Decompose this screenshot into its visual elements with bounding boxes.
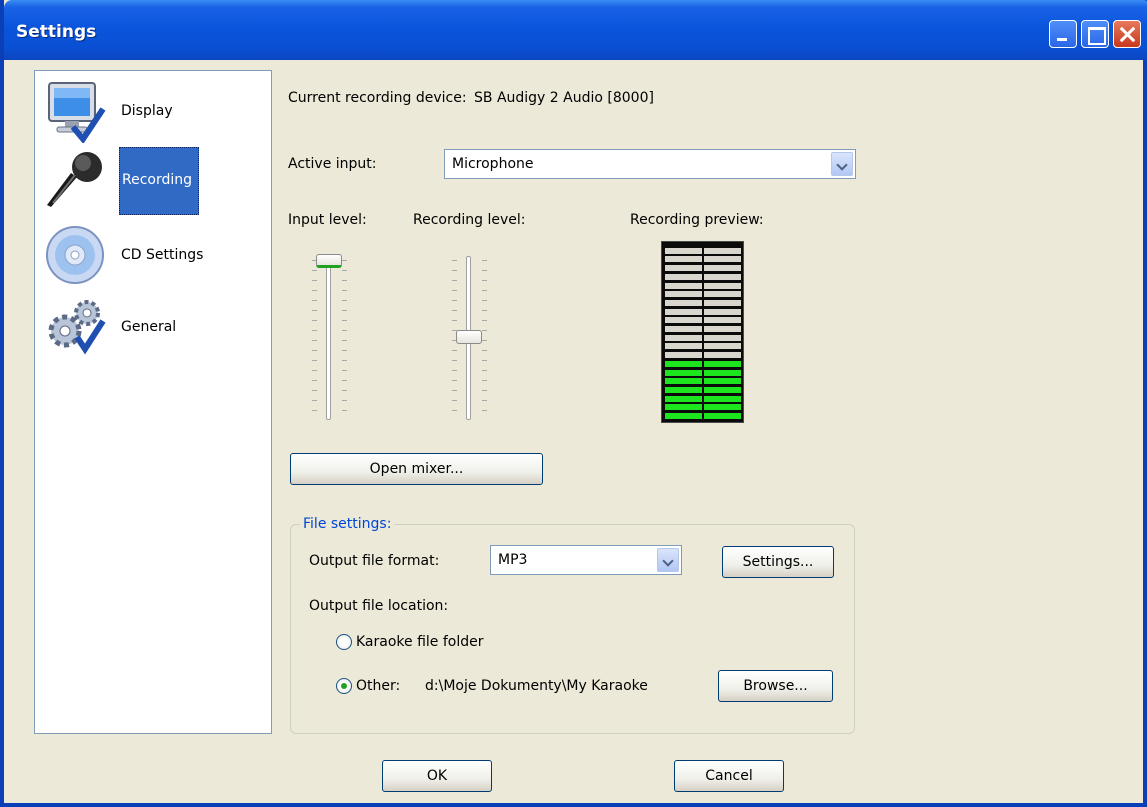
meter-segment [704,317,741,323]
meter-segment [704,343,741,349]
ok-button[interactable]: OK [382,760,492,792]
recording-device-label: Current recording device: [288,90,467,106]
output-location-label: Output file location: [309,598,449,614]
meter-segment [665,335,702,341]
meter-segment [665,404,702,410]
meter-channel-right [704,245,741,419]
recording-preview-label: Recording preview: [630,212,764,228]
recording-device-value: SB Audigy 2 Audio [8000] [474,90,654,106]
sidebar-item-label: Recording [119,147,199,215]
meter-segment [665,378,702,384]
meter-segment [704,404,741,410]
karaoke-folder-label[interactable]: Karaoke file folder [356,634,484,650]
meter-segment [665,283,702,289]
format-settings-button[interactable]: Settings... [722,546,834,578]
monitor-check-icon [48,82,106,143]
open-mixer-button[interactable]: Open mixer... [290,453,543,485]
browse-button[interactable]: Browse... [718,670,833,702]
meter-segment [665,413,702,419]
window-title: Settings [16,22,97,42]
input-level-slider[interactable] [298,252,358,422]
sidebar-item-general[interactable]: General [35,289,271,361]
meter-segment [665,300,702,306]
microphone-icon [47,152,102,207]
meter-segment [704,413,741,419]
meter-segment [704,256,741,262]
meter-segment [665,387,702,393]
close-button[interactable] [1113,20,1141,48]
meter-segment [704,283,741,289]
chevron-down-icon[interactable] [657,548,679,572]
meter-segment [665,265,702,271]
recording-preview-meter [661,241,744,423]
meter-segment [665,343,702,349]
meter-segment [704,361,741,367]
meter-segment [704,309,741,315]
meter-segment [665,317,702,323]
slider-thumb[interactable] [316,254,342,268]
meter-segment [665,361,702,367]
meter-segment [665,352,702,358]
gears-check-icon [48,300,106,355]
cd-icon [46,226,104,284]
sidebar-item-label: General [121,319,177,335]
meter-segment [665,248,702,254]
minimize-button[interactable] [1049,20,1077,48]
active-input-label: Active input: [288,156,377,172]
meter-segment [704,274,741,280]
output-format-label: Output file format: [309,553,440,569]
output-format-value: MP3 [498,552,528,568]
sidebar-item-display[interactable]: Display [35,75,271,147]
meter-segment [704,265,741,271]
meter-segment [704,248,741,254]
title-bar[interactable]: Settings [4,0,1147,60]
sidebar-item-label: CD Settings [121,247,204,263]
meter-segment [704,326,741,332]
meter-segment [665,291,702,297]
meter-segment [704,370,741,376]
meter-segment [665,396,702,402]
meter-segment [704,387,741,393]
input-level-label: Input level: [288,212,367,228]
output-format-select[interactable]: MP3 [490,545,682,575]
meter-segment [665,274,702,280]
other-location-label[interactable]: Other: [356,678,400,694]
meter-segment [704,378,741,384]
active-input-select[interactable]: Microphone [444,149,856,179]
meter-segment [704,300,741,306]
slider-thumb[interactable] [456,330,482,344]
meter-segment [665,256,702,262]
meter-segment [665,309,702,315]
meter-segment [704,335,741,341]
sidebar-item-cd-settings[interactable]: CD Settings [35,217,271,289]
cancel-button[interactable]: Cancel [674,760,784,792]
meter-segment [704,352,741,358]
maximize-button[interactable] [1081,20,1109,48]
meter-segment [704,291,741,297]
meter-channel-left [665,245,702,419]
settings-window: Settings Display Recording CD Settings G… [0,0,1147,807]
other-location-path: d:\Moje Dokumenty\My Karaoke [425,678,648,694]
other-location-radio[interactable] [336,678,352,694]
settings-category-list: Display Recording CD Settings General [34,70,272,734]
slider-track [326,256,331,420]
meter-segment [665,370,702,376]
recording-level-slider[interactable] [438,252,498,422]
file-settings-title: File settings: [300,516,395,532]
chevron-down-icon[interactable] [831,152,853,176]
karaoke-folder-radio[interactable] [336,634,352,650]
recording-level-label: Recording level: [413,212,526,228]
sidebar-item-label: Display [121,103,173,119]
meter-segment [665,326,702,332]
meter-segment [704,396,741,402]
sidebar-item-recording[interactable]: Recording [35,145,271,217]
active-input-value: Microphone [452,156,534,172]
